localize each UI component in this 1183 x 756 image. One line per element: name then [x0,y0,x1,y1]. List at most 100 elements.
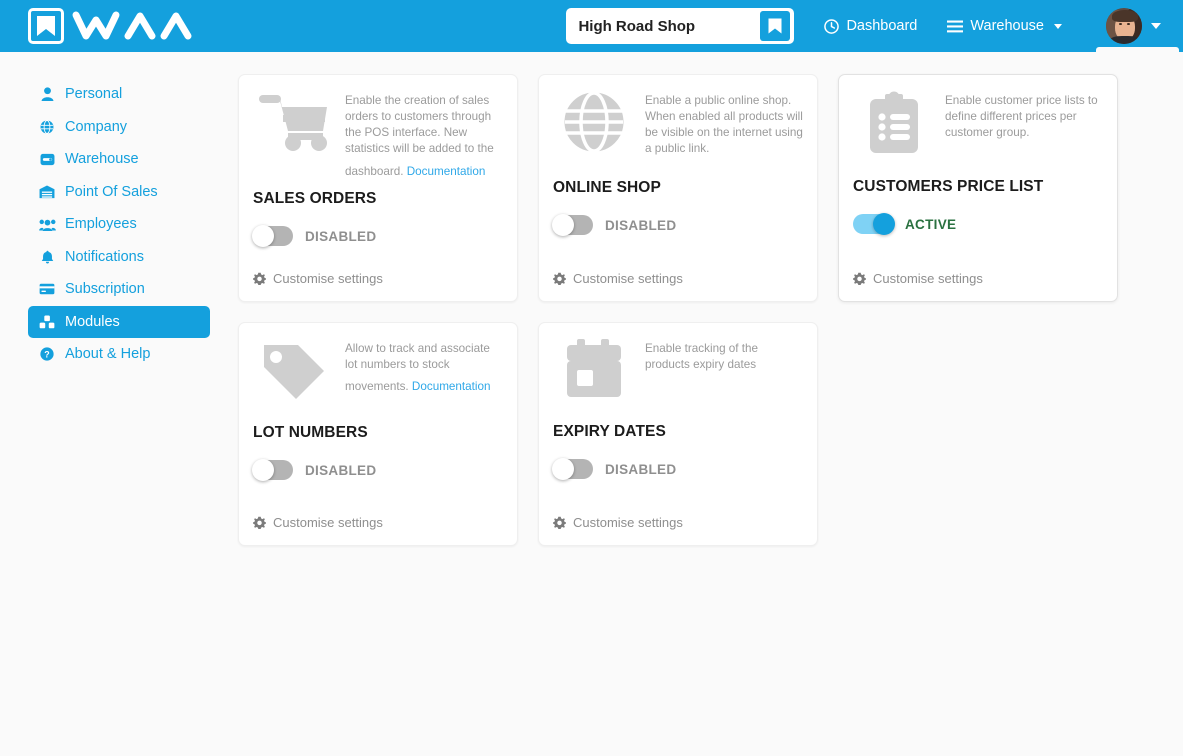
module-card-lot-numbers[interactable]: Allow to track and associate lot numbers… [238,322,518,546]
bell-icon [38,250,56,264]
sidebar-item-notifications-label: Notifications [65,248,144,265]
svg-text:?: ? [44,350,49,360]
sidebar-item-notifications[interactable]: Notifications [28,241,210,274]
module-state-label: DISABLED [605,217,677,233]
module-description: Enable customer price lists to define di… [945,94,1098,140]
user-icon [38,87,56,102]
customise-settings-label: Customise settings [273,515,383,530]
avatar [1106,8,1142,44]
page-body: Personal Company Warehouse Point Of Sale… [0,52,1183,756]
module-title: EXPIRY DATES [553,423,666,440]
globe-icon [38,119,56,134]
module-description: Enable tracking of the products expiry d… [645,342,759,372]
cubes-icon [38,315,56,329]
account-menu[interactable] [1092,0,1183,52]
module-card-header: Enable the creation of sales orders to c… [253,89,503,180]
gear-icon [853,272,866,285]
module-card-sales-orders[interactable]: Enable the creation of sales orders to c… [238,74,518,302]
sidebar-item-warehouse[interactable]: Warehouse [28,143,210,176]
documentation-link[interactable]: Documentation [412,379,491,395]
customise-settings-link[interactable]: Customise settings [253,501,503,545]
warehouse-icon [38,153,56,166]
module-enable-toggle[interactable] [552,214,593,237]
sidebar-item-point-of-sales-label: Point Of Sales [65,183,158,200]
module-enable-toggle[interactable] [853,213,895,235]
module-enable-toggle[interactable] [552,458,593,480]
nav-item-dashboard-label: Dashboard [846,18,918,34]
module-title: SALES ORDERS [253,190,377,208]
search-input[interactable]: High Road Shop [566,8,795,44]
customise-settings-link[interactable]: Customise settings [853,257,1103,301]
gear-icon [553,272,566,285]
customise-settings-label: Customise settings [273,270,383,286]
gear-icon [553,516,566,529]
hamburger-menu-icon [947,20,964,33]
sidebar-item-employees[interactable]: Employees [28,208,210,241]
customise-settings-label: Customise settings [573,515,683,530]
store-icon [38,185,56,199]
account-tab-indicator [1096,47,1179,52]
module-toggle-row: DISABLED [252,225,503,248]
module-toggle-row: DISABLED [552,458,803,480]
sidebar-item-subscription[interactable]: Subscription [28,273,210,306]
nav-item-warehouse[interactable]: Warehouse [947,18,1062,34]
module-card-customers-price-list[interactable]: Enable customer price lists to define di… [838,74,1118,302]
module-description-group: Enable customer price lists to define di… [945,89,1103,155]
module-card-online-shop[interactable]: Enable a public online shop. When enable… [538,74,818,302]
module-toggle-row: DISABLED [252,459,503,481]
gear-icon [253,516,266,529]
search-input-value: High Road Shop [578,17,696,35]
modules-grid: Enable the creation of sales orders to c… [238,74,1183,546]
sidebar-item-point-of-sales[interactable]: Point Of Sales [28,176,210,209]
module-state-label: DISABLED [605,461,677,477]
module-title: ONLINE SHOP [553,179,661,197]
sidebar-item-employees-label: Employees [65,216,137,232]
chevron-down-icon [1151,23,1161,29]
sidebar-item-about-and-help[interactable]: ? About & Help [28,338,210,371]
sidebar: Personal Company Warehouse Point Of Sale… [0,52,228,756]
sidebar-item-personal[interactable]: Personal [28,78,210,111]
module-description-group: Enable the creation of sales orders to c… [345,89,503,180]
module-description: Enable a public online shop. When enable… [645,94,803,156]
globe-icon [553,89,635,158]
module-card-header: Enable a public online shop. When enable… [553,89,803,158]
module-description-group: Allow to track and associate lot numbers… [345,337,503,403]
module-title: CUSTOMERS PRICE LIST [853,178,1044,195]
sidebar-item-warehouse-label: Warehouse [65,151,139,167]
documentation-link[interactable]: Documentation [407,164,486,180]
shopping-cart-icon [253,89,335,180]
customise-settings-link[interactable]: Customise settings [553,257,803,301]
module-enable-toggle[interactable] [252,225,293,248]
customise-settings-label: Customise settings [573,271,683,286]
sidebar-item-subscription-label: Subscription [65,281,145,297]
module-card-expiry-dates[interactable]: Enable tracking of the products expiry d… [538,322,818,546]
module-card-header: Enable customer price lists to define di… [853,89,1103,155]
wama-w-icon [768,18,782,34]
calendar-icon [553,337,635,401]
gear-icon [253,272,266,285]
module-state-label: DISABLED [305,228,377,244]
chevron-down-icon [1054,23,1062,29]
sidebar-item-company[interactable]: Company [28,111,210,144]
question-circle-icon: ? [38,347,56,361]
sidebar-item-modules-label: Modules [65,313,120,330]
customise-settings-link[interactable]: Customise settings [253,257,503,301]
top-navigation-bar: High Road Shop Dashboard Warehouse [0,0,1183,52]
module-description-group: Enable a public online shop. When enable… [645,89,803,158]
wama-bookmark-logo-icon [28,8,64,44]
sidebar-item-personal-label: Personal [65,86,123,102]
customise-settings-link[interactable]: Customise settings [553,501,803,545]
module-title: LOT NUMBERS [253,424,368,441]
clipboard-list-icon [853,89,935,155]
nav-item-dashboard[interactable]: Dashboard [824,18,917,34]
sidebar-item-modules[interactable]: Modules [28,305,210,338]
search-submit-button[interactable] [760,11,791,41]
tag-icon [253,337,335,403]
brand-logo[interactable] [28,8,210,44]
module-description-group: Enable tracking of the products expiry d… [645,337,803,401]
modules-content: Enable the creation of sales orders to c… [228,52,1183,756]
sidebar-item-company-label: Company [65,118,128,135]
users-icon [38,218,56,231]
module-toggle-row: DISABLED [552,214,803,237]
module-enable-toggle[interactable] [252,459,293,481]
